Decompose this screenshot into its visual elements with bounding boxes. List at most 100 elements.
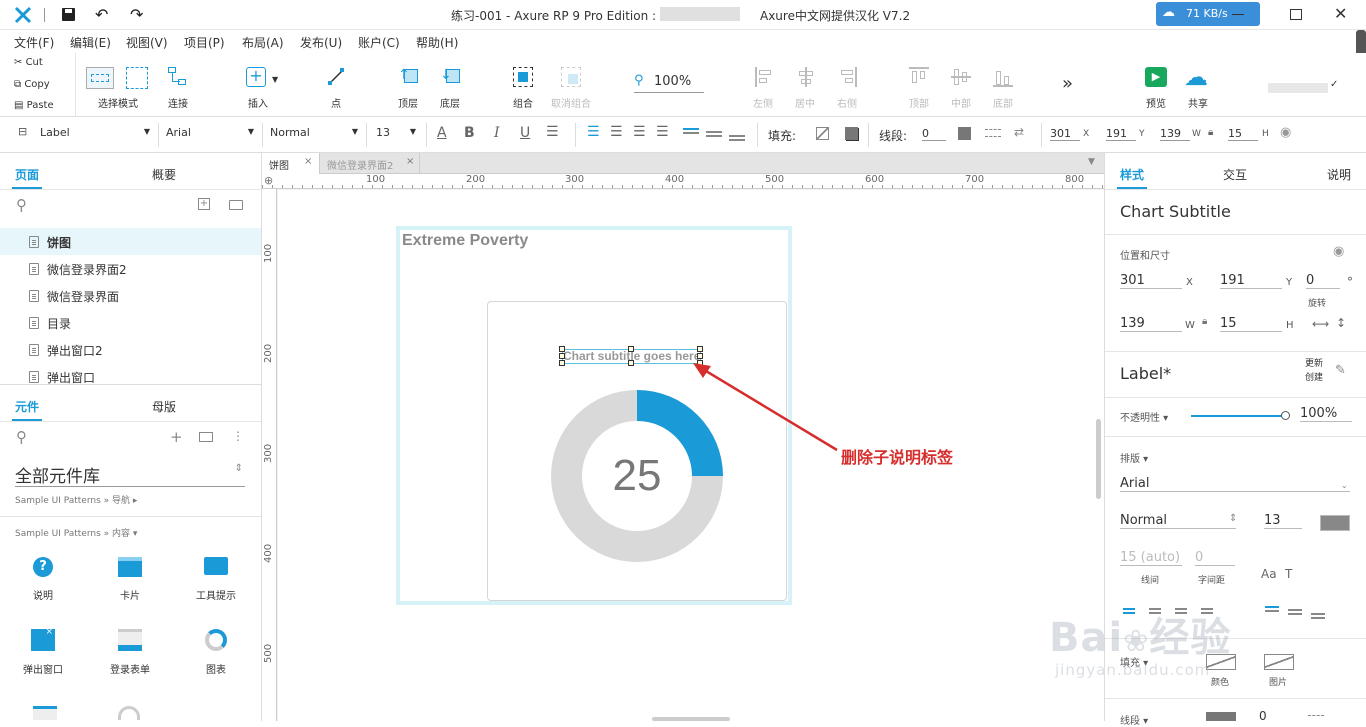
category-nav[interactable]: Sample UI Patterns » 导航 ▸ (15, 493, 137, 506)
widget-chart[interactable]: 图表 (176, 629, 256, 676)
font-dropdown[interactable]: Arial ▼ (166, 125, 254, 143)
resize-handle[interactable] (697, 346, 703, 352)
tab-wechat-login-2[interactable]: 微信登录界面2 × (320, 153, 420, 174)
widget-login-form[interactable]: 登录表单 (90, 629, 170, 676)
account-avatar[interactable] (1268, 83, 1328, 93)
stroke-width-input[interactable]: 0 (922, 127, 946, 141)
chevron-updown-icon[interactable]: ⇕ (1229, 513, 1237, 524)
lock-icon[interactable]: 🔒︎ (1208, 127, 1213, 138)
tab-style[interactable]: 样式 (1120, 166, 1144, 183)
chart-heading[interactable]: Extreme Poverty (402, 232, 528, 250)
menu-file[interactable]: 文件(F) (14, 34, 54, 51)
widget-popup[interactable]: × 弹出窗口 (3, 627, 83, 676)
copy-button[interactable]: ⧉ Copy (14, 79, 50, 90)
w-input[interactable]: 139 (1120, 316, 1182, 332)
select-intersect-icon[interactable] (86, 67, 114, 89)
style-dropdown[interactable]: ⊟ Label ▼ (18, 125, 150, 143)
arrow-style-icon[interactable]: ⇄ (1014, 125, 1024, 139)
chevron-down-icon[interactable]: ⌄ (1341, 481, 1348, 490)
tab-interactions[interactable]: 交互 (1223, 166, 1247, 183)
valign-bottom-icon[interactable] (729, 135, 745, 137)
italic-icon[interactable]: I (494, 125, 500, 141)
widget-note[interactable]: ? 说明 (3, 557, 83, 602)
library-dropdown[interactable]: 全部元件库 ⇕ (15, 459, 245, 487)
tab-notes[interactable]: 说明 (1327, 166, 1351, 183)
stroke-pattern-icon[interactable] (985, 129, 1001, 137)
font-size-input[interactable]: 13 (1264, 513, 1302, 529)
tab-pie[interactable]: 饼图 × (262, 153, 320, 174)
widget-card[interactable]: 卡片 (90, 557, 170, 602)
underline-icon[interactable]: U (520, 125, 530, 141)
resize-handle[interactable] (628, 346, 634, 352)
close-icon[interactable]: × (304, 156, 312, 167)
menu-view[interactable]: 视图(V) (126, 34, 168, 51)
update-create-link[interactable]: 更新 创建 (1305, 357, 1327, 385)
text-align-left-icon[interactable]: ☰ (587, 124, 600, 140)
menu-project[interactable]: 项目(P) (184, 34, 225, 51)
page-item[interactable]: 饼图 (0, 228, 261, 255)
zoom-control[interactable]: ⚲ 100% (634, 73, 704, 93)
opacity-slider[interactable] (1191, 411, 1290, 420)
resize-handle[interactable] (628, 360, 634, 366)
w-input[interactable]: 139 (1160, 127, 1190, 141)
bold-icon[interactable]: B (464, 125, 475, 141)
close-icon[interactable]: × (406, 156, 414, 167)
tab-outline[interactable]: 概要 (152, 166, 176, 183)
y-input[interactable]: 191 (1220, 273, 1282, 289)
menu-account[interactable]: 账户(C) (358, 34, 400, 51)
more-options-icon[interactable]: ⋮ (232, 429, 244, 443)
valign-bottom-icon[interactable] (1311, 613, 1325, 615)
cut-button[interactable]: ✂ Cut (14, 57, 43, 68)
resize-handle[interactable] (559, 360, 565, 366)
category-content[interactable]: Sample UI Patterns » 内容 ▾ (15, 526, 137, 539)
undo-icon[interactable]: ↶ (95, 5, 108, 24)
page-item[interactable]: 微信登录界面 (0, 282, 261, 309)
widget-name-field[interactable]: Chart Subtitle (1120, 202, 1231, 221)
page-item[interactable]: 弹出窗口 (0, 363, 261, 390)
weight-dropdown[interactable]: Normal ▼ (270, 125, 358, 143)
fit-width-icon[interactable]: ⟷ (1312, 317, 1329, 331)
rotation-input[interactable]: 0 (1306, 273, 1340, 289)
add-page-icon[interactable]: + (198, 198, 210, 210)
tab-masters[interactable]: 母版 (152, 398, 176, 415)
pages-search-icon[interactable]: ⚲ (16, 196, 27, 214)
valign-top-icon[interactable] (683, 128, 699, 130)
more-tools-button[interactable]: » (1062, 73, 1073, 94)
vertical-scrollbar[interactable] (1096, 419, 1101, 499)
menu-edit[interactable]: 编辑(E) (70, 34, 111, 51)
stroke-color-swatch[interactable] (1206, 712, 1236, 721)
text-shadow-icon[interactable]: T (1285, 567, 1292, 581)
font-dropdown[interactable]: Arial (1120, 476, 1350, 492)
add-folder-icon[interactable] (229, 200, 243, 210)
stroke-color-swatch[interactable] (958, 127, 971, 140)
tab-pages[interactable]: 页面 (15, 166, 39, 183)
font-color-swatch[interactable] (1320, 515, 1350, 531)
style-name[interactable]: Label* (1120, 364, 1171, 383)
add-library-icon[interactable]: + (170, 428, 183, 446)
text-justify-icon[interactable]: ☰ (656, 124, 669, 140)
close-button[interactable]: ✕ (1334, 4, 1347, 23)
font-color-icon[interactable]: A (437, 125, 447, 141)
account-chevron-icon[interactable]: ✓ (1330, 79, 1338, 90)
fit-height-icon[interactable]: ↕ (1336, 316, 1346, 330)
shadow-swatch[interactable] (845, 127, 858, 140)
visibility-eye-icon[interactable]: ◉ (1280, 125, 1291, 140)
weight-dropdown[interactable]: Normal (1120, 513, 1236, 529)
h-input[interactable]: 15 (1220, 316, 1282, 332)
widget-partial[interactable] (33, 706, 57, 720)
paste-button[interactable]: ▤ Paste (14, 100, 54, 111)
y-input[interactable]: 191 (1106, 127, 1136, 141)
widget-partial[interactable] (118, 706, 140, 720)
fill-color-swatch[interactable] (816, 127, 829, 140)
horizontal-scrollbar[interactable] (652, 717, 730, 721)
stroke-pattern-icon[interactable] (1308, 715, 1324, 717)
resize-handle[interactable] (559, 353, 565, 359)
visibility-eye-icon[interactable]: ◉ (1333, 244, 1344, 259)
h-input[interactable]: 15 (1228, 127, 1258, 141)
minimize-button[interactable] (1232, 14, 1244, 15)
bullet-list-icon[interactable]: ☰ (546, 124, 559, 140)
edit-style-icon[interactable]: ✎ (1335, 363, 1346, 378)
ruler-origin-icon[interactable]: ⊕ (264, 174, 273, 187)
save-icon[interactable] (62, 8, 75, 21)
resize-handle[interactable] (559, 346, 565, 352)
